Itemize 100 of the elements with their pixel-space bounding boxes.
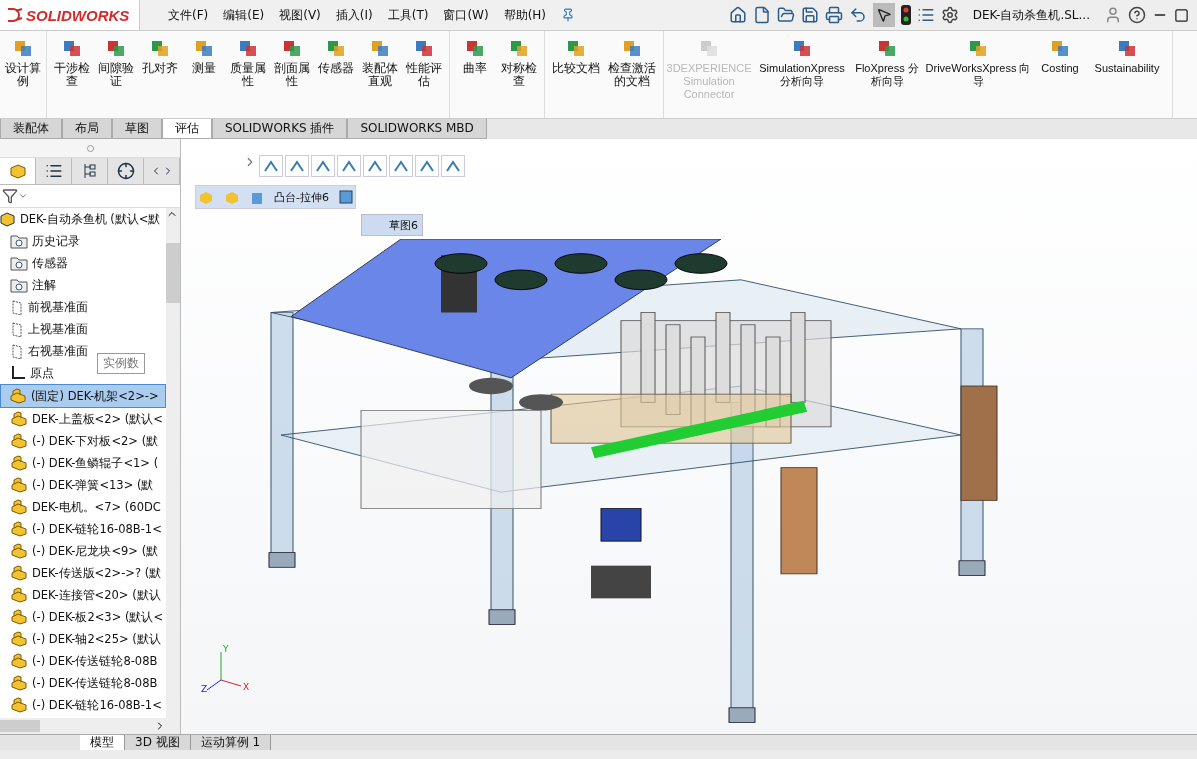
tree-item[interactable]: (-) DEK-下对板<2> (默 [0, 430, 159, 452]
tree-item[interactable]: DEK-上盖板<2> (默认< [0, 408, 163, 430]
sketch-tool-button[interactable] [311, 155, 335, 177]
configuration-tab[interactable] [72, 158, 108, 184]
menu-item[interactable]: 工具(T) [387, 6, 429, 24]
sketch-tool-button[interactable] [285, 155, 309, 177]
ribbon-button[interactable]: FloXpress 分析向导 [855, 37, 919, 118]
sketch-tool-button[interactable] [363, 155, 387, 177]
tree-item[interactable]: (-) DEK-板2<3> (默认< [0, 606, 164, 628]
ribbon-button[interactable]: SimulationXpress 分析向导 [753, 37, 851, 118]
menu-item[interactable]: 插入(I) [335, 6, 373, 24]
menu-item[interactable]: 编辑(E) [223, 6, 265, 24]
traffic-light-icon[interactable] [900, 5, 911, 25]
tree-item[interactable]: 右视基准面 [0, 340, 88, 362]
tree-item[interactable]: 上视基准面 [0, 318, 88, 340]
tree-item[interactable]: 原点 [0, 362, 54, 384]
ribbon-button[interactable]: 检查激活的文档 [606, 37, 658, 118]
tree-item[interactable]: DEK-传送版<2>->? (默 [0, 562, 162, 584]
print-icon[interactable] [824, 6, 843, 24]
ribbon-button[interactable]: 性能评估 [404, 37, 444, 118]
menu-item[interactable]: 窗口(W) [443, 6, 489, 24]
sketch-tool-button[interactable] [441, 155, 465, 177]
feature-tree-tab[interactable] [0, 158, 36, 184]
tree-item[interactable]: (-) DEK-链轮16-08B-1< [0, 518, 162, 540]
select-button[interactable] [872, 3, 895, 27]
vertical-scrollbar[interactable] [166, 208, 180, 718]
ribbon-button[interactable]: 干涉检查 [52, 37, 92, 118]
tree-item[interactable]: 注解 [0, 274, 56, 296]
tree-item[interactable]: (-) DEK-鱼鳞辊子<1> ( [0, 452, 159, 474]
home-icon[interactable] [728, 6, 747, 24]
ribbon-button[interactable]: 孔对齐 [140, 37, 180, 118]
user-icon[interactable] [1104, 6, 1122, 24]
tree-item[interactable]: 传感器 [0, 252, 68, 274]
settings-icon[interactable] [940, 6, 959, 24]
part-icon [10, 631, 28, 647]
feature-breadcrumb[interactable]: 凸台-拉伸6 [266, 189, 337, 205]
ribbon-button[interactable]: 传感器 [316, 37, 356, 118]
ribbon-tab[interactable]: SOLIDWORKS 插件 [212, 119, 348, 139]
ribbon-button[interactable]: 质量属性 [228, 37, 268, 118]
assembly-name[interactable]: DEK-自动杀鱼机 (默认<默 [20, 211, 161, 227]
ribbon-button[interactable]: Sustainability [1087, 37, 1167, 118]
part-icon [8, 162, 27, 180]
save-icon[interactable] [800, 6, 819, 24]
ribbon-tab[interactable]: SOLIDWORKS MBD [347, 119, 487, 139]
ribbon-button[interactable]: Costing [1037, 37, 1083, 118]
ribbon-button[interactable]: 装配体直观 [360, 37, 400, 118]
sketch-tool-button[interactable] [337, 155, 361, 177]
open-folder-icon[interactable] [776, 6, 795, 24]
ribbon-tab[interactable]: 装配体 [0, 119, 62, 139]
tree-item[interactable]: (固定) DEK-机架<2>-> [0, 384, 166, 408]
ribbon-tab[interactable]: 评估 [162, 119, 212, 139]
ribbon-button[interactable]: 比较文档 [550, 37, 602, 118]
sketch-breadcrumb[interactable]: 草图6 [361, 214, 423, 236]
bottom-tab[interactable]: 3D 视图 [125, 735, 191, 750]
tree-item[interactable]: (-) DEK-链轮16-08B-1< [0, 694, 162, 716]
tree-item[interactable]: DEK-电机。<7> (60DC [0, 496, 161, 518]
tree-item[interactable]: (-) DEK-传送链轮8-08B [0, 650, 158, 672]
bottom-tab[interactable]: 运动算例 1 [190, 735, 272, 750]
bottom-tab[interactable]: 模型 [80, 735, 125, 750]
menu-item[interactable]: 帮助(H) [503, 6, 547, 24]
menu-item[interactable]: 视图(V) [279, 6, 321, 24]
ribbon-button[interactable]: 对称检查 [499, 37, 539, 118]
crosshair-tab[interactable] [108, 158, 144, 184]
sketch-tool-button[interactable] [415, 155, 439, 177]
tree-item[interactable]: (-) DEK-轴2<25> (默认 [0, 628, 161, 650]
tree-item[interactable]: (-) DEK-弹簧<13> (默 [0, 474, 154, 496]
plane-icon [10, 321, 24, 337]
tree-item[interactable]: (-) DEK-尼龙块<9> (默 [0, 540, 159, 562]
maximize-icon[interactable] [1174, 7, 1189, 23]
part-icon [10, 477, 28, 493]
scrollbar-thumb[interactable] [166, 243, 180, 303]
hierarchy-icon [81, 162, 98, 180]
property-tab[interactable] [36, 158, 72, 184]
document-title: DEK-自动杀鱼机.SL... [972, 6, 1090, 24]
ribbon-button[interactable]: 间隙验证 [96, 37, 136, 118]
sensor-folder-icon [10, 255, 28, 271]
help-icon[interactable] [1128, 6, 1146, 24]
horizontal-scrollbar[interactable] [0, 718, 180, 734]
tree-item[interactable]: DEK-连接管<20> (默认 [0, 584, 161, 606]
undo-icon[interactable] [848, 6, 867, 24]
tree-item[interactable]: (-) DEK-传送链轮8-08B [0, 672, 158, 694]
filter-icon[interactable] [2, 188, 18, 204]
ribbon-button[interactable]: 曲率 [455, 37, 495, 118]
dropdown-caret-icon[interactable] [18, 191, 28, 201]
ribbon-button[interactable]: 设计算例 [5, 37, 41, 118]
part-icon [10, 697, 28, 713]
ribbon-tab[interactable]: 布局 [62, 119, 112, 139]
tree-item[interactable]: 前视基准面 [0, 296, 88, 318]
ribbon-button[interactable]: 测量 [184, 37, 224, 118]
sketch-square-icon[interactable] [336, 189, 355, 205]
ribbon-button[interactable]: DriveWorksXpress 向导 [923, 37, 1033, 118]
list-icon[interactable] [916, 6, 935, 24]
pin-icon[interactable] [561, 8, 576, 22]
ribbon-button[interactable]: 剖面属性 [272, 37, 312, 118]
sketch-tool-button[interactable] [389, 155, 413, 177]
menu-item[interactable]: 文件(F) [168, 6, 209, 24]
sketch-tool-button[interactable] [259, 155, 283, 177]
ribbon-tab[interactable]: 草图 [112, 119, 162, 139]
new-file-icon[interactable] [752, 6, 771, 24]
tree-item[interactable]: 历史记录 [0, 230, 80, 252]
